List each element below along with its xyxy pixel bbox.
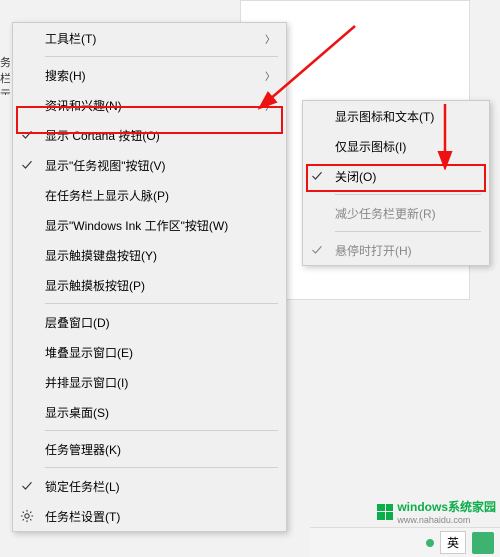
tray-app-icon[interactable] — [472, 532, 494, 554]
menu-item-cortana-button[interactable]: 显示 Cortana 按钮(O) — [13, 120, 286, 150]
menu-item-people[interactable]: 在任务栏上显示人脉(P) — [13, 180, 286, 210]
menu-item-touch-keyboard[interactable]: 显示触摸键盘按钮(Y) — [13, 240, 286, 270]
menu-label: 层叠窗口(D) — [41, 314, 278, 331]
gear-icon — [13, 509, 41, 523]
menu-item-toolbars[interactable]: 工具栏(T) 〉 — [13, 23, 286, 53]
menu-label: 任务栏设置(T) — [41, 508, 278, 525]
menu-label: 显示"任务视图"按钮(V) — [41, 157, 278, 174]
check-icon — [13, 480, 41, 492]
menu-item-taskview-button[interactable]: 显示"任务视图"按钮(V) — [13, 150, 286, 180]
news-interests-submenu: 显示图标和文本(T) 仅显示图标(I) 关闭(O) 减少任务栏更新(R) 悬停时… — [302, 100, 490, 266]
menu-separator — [335, 194, 481, 195]
menu-separator — [45, 303, 278, 304]
submenu-arrow-icon: 〉 — [262, 98, 278, 113]
windows-logo-icon — [377, 504, 393, 520]
menu-label: 显示图标和文本(T) — [331, 108, 481, 125]
menu-item-task-manager[interactable]: 任务管理器(K) — [13, 434, 286, 464]
taskbar-context-menu: 工具栏(T) 〉 搜索(H) 〉 资讯和兴趣(N) 〉 显示 Cortana 按… — [12, 22, 287, 532]
menu-item-search[interactable]: 搜索(H) 〉 — [13, 60, 286, 90]
menu-label: 任务管理器(K) — [41, 441, 278, 458]
submenu-item-reduce-updates[interactable]: 减少任务栏更新(R) — [303, 198, 489, 228]
watermark-text: windows系统家园 — [397, 500, 496, 514]
taskbar-fragment: 英 — [310, 527, 500, 557]
submenu-item-hover-open[interactable]: 悬停时打开(H) — [303, 235, 489, 265]
menu-item-cascade-windows[interactable]: 层叠窗口(D) — [13, 307, 286, 337]
menu-separator — [335, 231, 481, 232]
menu-label: 减少任务栏更新(R) — [331, 205, 481, 222]
submenu-item-close[interactable]: 关闭(O) — [303, 161, 489, 191]
menu-item-stack-windows[interactable]: 堆叠显示窗口(E) — [13, 337, 286, 367]
check-icon — [13, 159, 41, 171]
menu-label: 锁定任务栏(L) — [41, 478, 278, 495]
menu-separator — [45, 56, 278, 57]
menu-label: 搜索(H) — [41, 67, 262, 84]
menu-label: 堆叠显示窗口(E) — [41, 344, 278, 361]
tray-icon[interactable] — [426, 539, 434, 547]
submenu-arrow-icon: 〉 — [262, 68, 278, 83]
check-icon — [303, 244, 331, 256]
menu-item-touchpad-button[interactable]: 显示触摸板按钮(P) — [13, 270, 286, 300]
menu-item-taskbar-settings[interactable]: 任务栏设置(T) — [13, 501, 286, 531]
menu-item-lock-taskbar[interactable]: 锁定任务栏(L) — [13, 471, 286, 501]
truncated-bg-text: 务栏 示 — [0, 55, 10, 95]
menu-label: 显示触摸板按钮(P) — [41, 277, 278, 294]
submenu-item-icon-text[interactable]: 显示图标和文本(T) — [303, 101, 489, 131]
menu-label: 在任务栏上显示人脉(P) — [41, 187, 278, 204]
menu-separator — [45, 467, 278, 468]
menu-label: 关闭(O) — [331, 168, 481, 185]
menu-label: 资讯和兴趣(N) — [41, 97, 262, 114]
menu-item-side-by-side[interactable]: 并排显示窗口(I) — [13, 367, 286, 397]
menu-separator — [45, 430, 278, 431]
watermark: windows系统家园 www.nahaidu.com — [377, 498, 496, 525]
menu-label: 显示触摸键盘按钮(Y) — [41, 247, 278, 264]
menu-label: 并排显示窗口(I) — [41, 374, 278, 391]
menu-item-news-interests[interactable]: 资讯和兴趣(N) 〉 — [13, 90, 286, 120]
menu-item-ink-workspace[interactable]: 显示"Windows Ink 工作区"按钮(W) — [13, 210, 286, 240]
menu-label: 显示桌面(S) — [41, 404, 278, 421]
submenu-arrow-icon: 〉 — [262, 31, 278, 46]
menu-label: 工具栏(T) — [41, 30, 262, 47]
menu-label: 悬停时打开(H) — [331, 242, 481, 259]
check-icon — [13, 129, 41, 141]
ime-indicator[interactable]: 英 — [440, 531, 466, 554]
menu-label: 显示"Windows Ink 工作区"按钮(W) — [41, 217, 278, 234]
check-icon — [303, 170, 331, 182]
menu-label: 仅显示图标(I) — [331, 138, 481, 155]
watermark-url: www.nahaidu.com — [397, 515, 496, 525]
menu-item-show-desktop[interactable]: 显示桌面(S) — [13, 397, 286, 427]
menu-label: 显示 Cortana 按钮(O) — [41, 127, 278, 144]
submenu-item-icon-only[interactable]: 仅显示图标(I) — [303, 131, 489, 161]
